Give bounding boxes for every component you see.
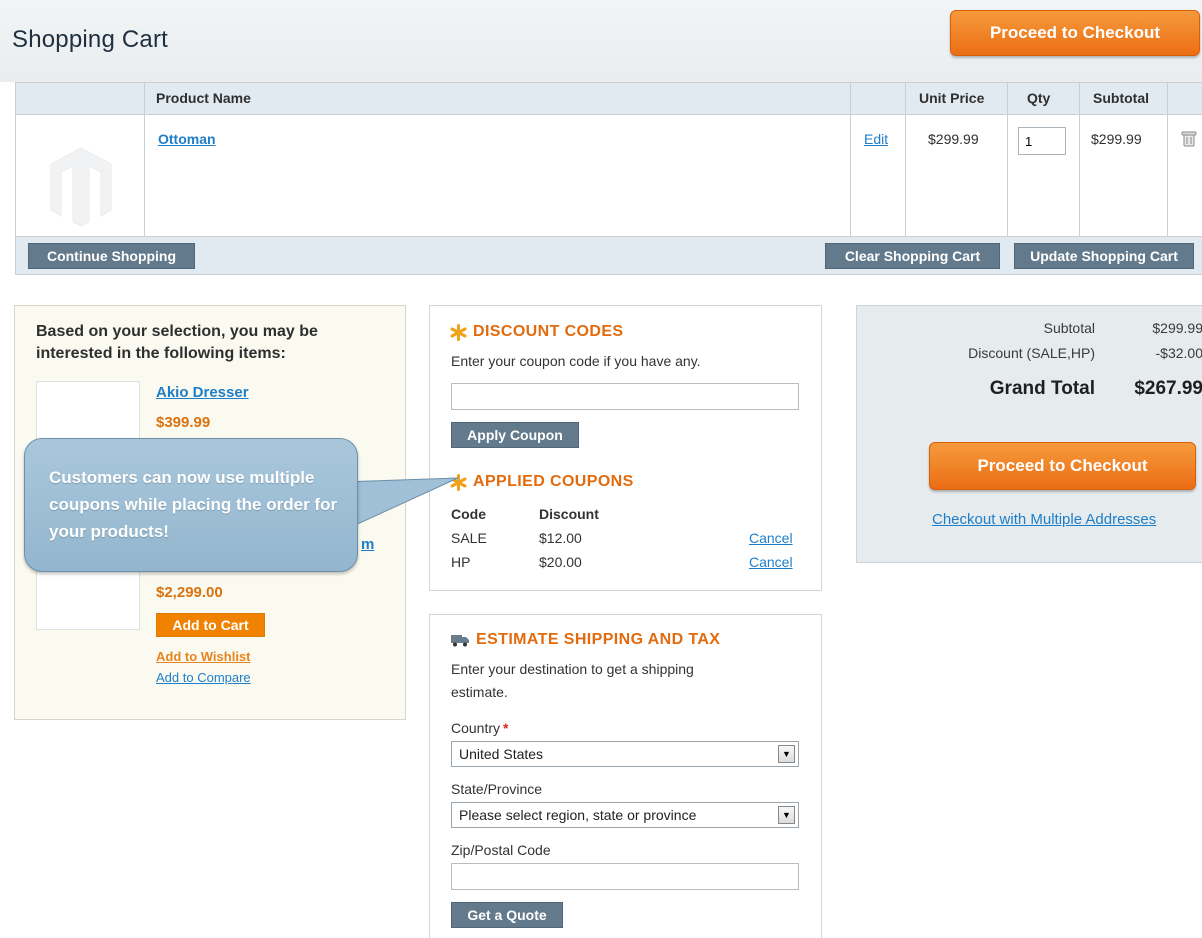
divider xyxy=(905,83,906,114)
divider xyxy=(1167,115,1168,236)
discount-label: Discount (SALE,HP) xyxy=(968,345,1095,361)
cancel-coupon-link[interactable]: Cancel xyxy=(749,530,793,546)
coupon-discount: $20.00 xyxy=(539,554,582,570)
country-select[interactable]: United States ▼ xyxy=(451,741,799,767)
coupon-column-discount: Discount xyxy=(539,506,599,522)
add-to-wishlist-link[interactable]: Add to Wishlist xyxy=(156,649,251,664)
coupon-code: HP xyxy=(451,554,471,570)
product-name-link[interactable]: Ottoman xyxy=(158,131,216,147)
get-a-quote-button[interactable]: Get a Quote xyxy=(451,902,563,928)
subtotal-label: Subtotal xyxy=(1043,320,1095,336)
divider xyxy=(850,83,851,114)
divider xyxy=(850,115,851,236)
cart-table-footer: Continue Shopping Clear Shopping Cart Up… xyxy=(16,236,1202,274)
dropdown-arrow-icon[interactable]: ▼ xyxy=(778,806,795,824)
qty-input[interactable] xyxy=(1018,127,1066,155)
dropdown-arrow-icon[interactable]: ▼ xyxy=(778,745,795,763)
trash-icon[interactable] xyxy=(1181,130,1197,148)
cart-totals: Subtotal $299.99 Discount (SALE,HP) -$32… xyxy=(856,305,1202,563)
country-label: Country * xyxy=(451,720,508,736)
estimate-shipping-box: ESTIMATE SHIPPING AND TAX Enter your des… xyxy=(429,614,822,938)
discount-codes-box: DISCOUNT CODES Enter your coupon code if… xyxy=(429,305,822,591)
discount-codes-heading: DISCOUNT CODES xyxy=(450,323,624,341)
crosssell-item-2-price: $2,299.00 xyxy=(156,584,223,601)
estimate-shipping-heading: ESTIMATE SHIPPING AND TAX xyxy=(450,631,720,649)
callout-text: Customers can now use multiple coupons w… xyxy=(49,468,338,541)
product-placeholder-image[interactable] xyxy=(41,140,121,230)
page-title: Shopping Cart xyxy=(12,26,169,53)
cart-table: Product Name Unit Price Qty Subtotal Ott… xyxy=(15,82,1202,275)
country-select-value: United States xyxy=(459,746,544,762)
grand-total-label: Grand Total xyxy=(989,378,1095,399)
crosssell-thumb-2[interactable] xyxy=(36,568,140,630)
proceed-to-checkout-button[interactable]: Proceed to Checkout xyxy=(929,442,1196,490)
clear-shopping-cart-button[interactable]: Clear Shopping Cart xyxy=(825,243,1000,269)
checkout-multiple-addresses-link[interactable]: Checkout with Multiple Addresses xyxy=(932,511,1156,528)
state-select-value: Please select region, state or province xyxy=(459,807,697,823)
state-select[interactable]: Please select region, state or province … xyxy=(451,802,799,828)
state-label: State/Province xyxy=(451,781,543,797)
divider xyxy=(144,115,145,236)
add-to-cart-button[interactable]: Add to Cart xyxy=(156,613,265,637)
discount-codes-title: DISCOUNT CODES xyxy=(473,323,624,340)
column-header-product-name: Product Name xyxy=(156,90,251,106)
crosssell-item-1-price: $399.99 xyxy=(156,414,211,431)
divider xyxy=(1007,115,1008,236)
grand-total-value: $267.99 xyxy=(1134,378,1202,399)
coupon-discount: $12.00 xyxy=(539,530,582,546)
column-header-unit-price: Unit Price xyxy=(919,90,985,106)
divider xyxy=(1079,115,1080,236)
truck-icon xyxy=(451,635,469,647)
applied-coupons-title: APPLIED COUPONS xyxy=(473,473,634,490)
divider xyxy=(144,83,145,114)
column-header-subtotal: Subtotal xyxy=(1093,90,1149,106)
divider xyxy=(905,115,906,236)
zip-code-input[interactable] xyxy=(451,863,799,890)
required-marker: * xyxy=(503,720,509,736)
proceed-to-checkout-button-top[interactable]: Proceed to Checkout xyxy=(950,10,1200,56)
divider xyxy=(1167,83,1168,114)
callout-bubble: Customers can now use multiple coupons w… xyxy=(24,438,358,572)
subtotal-value: $299.99 xyxy=(1152,320,1202,336)
crosssell-item-1-link[interactable]: Akio Dresser xyxy=(156,384,249,401)
update-shopping-cart-button[interactable]: Update Shopping Cart xyxy=(1014,243,1194,269)
asterisk-icon xyxy=(450,323,467,341)
crosssell-thumb-1[interactable] xyxy=(36,381,140,441)
shipping-description-line-1: Enter your destination to get a shipping xyxy=(451,661,694,677)
discount-description: Enter your coupon code if you have any. xyxy=(451,353,701,369)
apply-coupon-button[interactable]: Apply Coupon xyxy=(451,422,579,448)
divider xyxy=(1079,83,1080,114)
estimate-shipping-title: ESTIMATE SHIPPING AND TAX xyxy=(476,631,721,648)
discount-value: -$32.00 xyxy=(1155,345,1202,361)
shopping-cart-page: Shopping Cart Proceed to Checkout Produc… xyxy=(0,0,1202,938)
unit-price: $299.99 xyxy=(928,131,979,147)
cart-table-header: Product Name Unit Price Qty Subtotal xyxy=(16,83,1202,115)
coupon-code-input[interactable] xyxy=(451,383,799,410)
applied-coupons-heading: APPLIED COUPONS xyxy=(450,473,634,491)
edit-item-link[interactable]: Edit xyxy=(864,131,888,147)
zip-label: Zip/Postal Code xyxy=(451,842,551,858)
crosssell-heading: Based on your selection, you may be inte… xyxy=(36,323,318,362)
column-header-qty: Qty xyxy=(1027,90,1051,106)
divider xyxy=(1007,83,1008,114)
callout-pointer xyxy=(340,477,459,533)
add-to-compare-link[interactable]: Add to Compare xyxy=(156,670,251,685)
table-row: Ottoman Edit $299.99 $299.99 xyxy=(16,115,1202,236)
cancel-coupon-link[interactable]: Cancel xyxy=(749,554,793,570)
continue-shopping-button[interactable]: Continue Shopping xyxy=(28,243,195,269)
item-subtotal: $299.99 xyxy=(1091,131,1142,147)
shipping-description-line-2: estimate. xyxy=(451,684,508,700)
country-label-text: Country xyxy=(451,720,501,736)
